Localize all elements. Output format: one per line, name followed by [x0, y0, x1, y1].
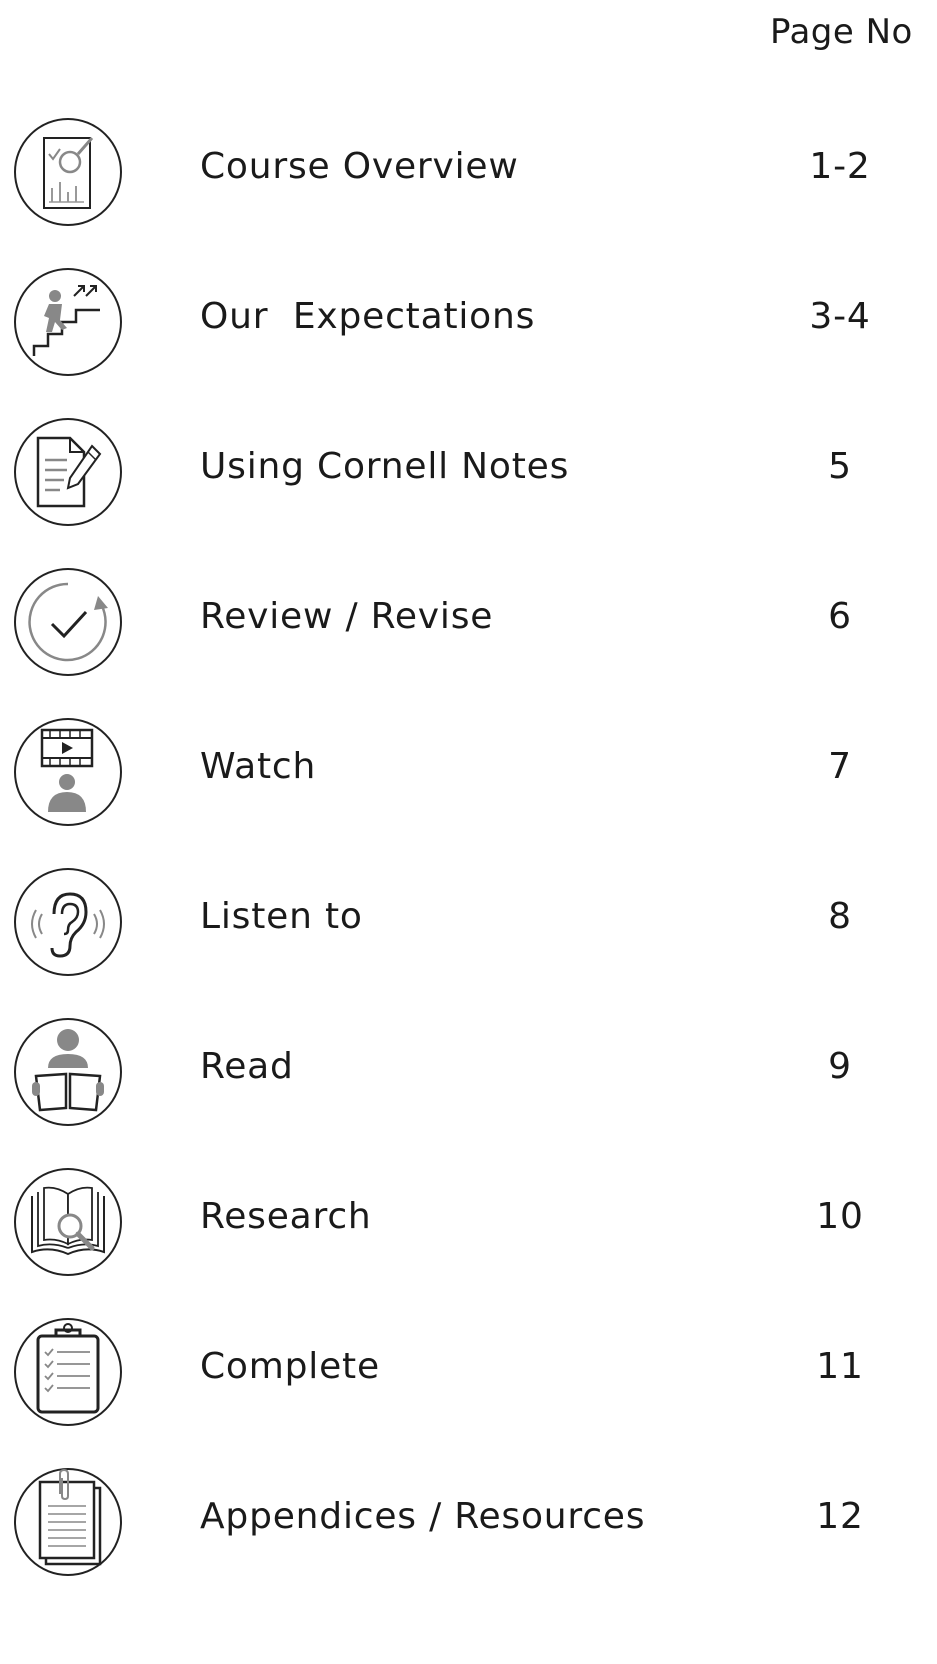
toc-title: Watch — [200, 746, 317, 787]
book-magnifier-icon — [12, 1166, 124, 1278]
toc-title: Review / Revise — [200, 596, 494, 637]
toc-row-using-cornell-notes[interactable]: Using Cornell Notes 5 — [0, 413, 937, 531]
toc-page-number: 12 — [816, 1496, 864, 1537]
toc-title: Read — [200, 1046, 294, 1087]
toc-row-course-overview[interactable]: Course Overview 1-2 — [0, 113, 937, 231]
toc-title: Listen to — [200, 896, 363, 937]
toc-page-number: 7 — [828, 746, 852, 787]
ear-icon — [12, 866, 124, 978]
toc-page-number: 6 — [828, 596, 852, 637]
toc-title: Our Expectations — [200, 296, 536, 337]
document-pencil-icon — [12, 416, 124, 528]
toc-page-number: 11 — [816, 1346, 864, 1387]
toc-row-research[interactable]: Research 10 — [0, 1163, 937, 1281]
toc-title: Appendices / Resources — [200, 1496, 646, 1537]
toc-page-number: 5 — [828, 446, 852, 487]
toc-row-appendices-resources[interactable]: Appendices / Resources 12 — [0, 1463, 937, 1581]
page-number-header: Page No — [770, 12, 913, 52]
toc-row-listen-to[interactable]: Listen to 8 — [0, 863, 937, 981]
toc-title: Complete — [200, 1346, 380, 1387]
toc-page-number: 3-4 — [809, 296, 871, 337]
toc-page-number: 10 — [816, 1196, 864, 1237]
toc-title: Using Cornell Notes — [200, 446, 570, 487]
toc-page-number: 9 — [828, 1046, 852, 1087]
report-magnifier-icon — [12, 116, 124, 228]
check-refresh-icon — [12, 566, 124, 678]
toc-row-read[interactable]: Read 9 — [0, 1013, 937, 1131]
toc-row-review-revise[interactable]: Review / Revise 6 — [0, 563, 937, 681]
paperclip-documents-icon — [12, 1466, 124, 1578]
toc-row-watch[interactable]: Watch 7 — [0, 713, 937, 831]
toc-page-number: 8 — [828, 896, 852, 937]
toc-page-number: 1-2 — [809, 146, 871, 187]
toc-title: Research — [200, 1196, 372, 1237]
clipboard-checklist-icon — [12, 1316, 124, 1428]
video-viewer-icon — [12, 716, 124, 828]
reader-book-icon — [12, 1016, 124, 1128]
toc-title: Course Overview — [200, 146, 519, 187]
toc-row-our-expectations[interactable]: Our Expectations 3-4 — [0, 263, 937, 381]
climbing-stairs-icon — [12, 266, 124, 378]
toc-row-complete[interactable]: Complete 11 — [0, 1313, 937, 1431]
